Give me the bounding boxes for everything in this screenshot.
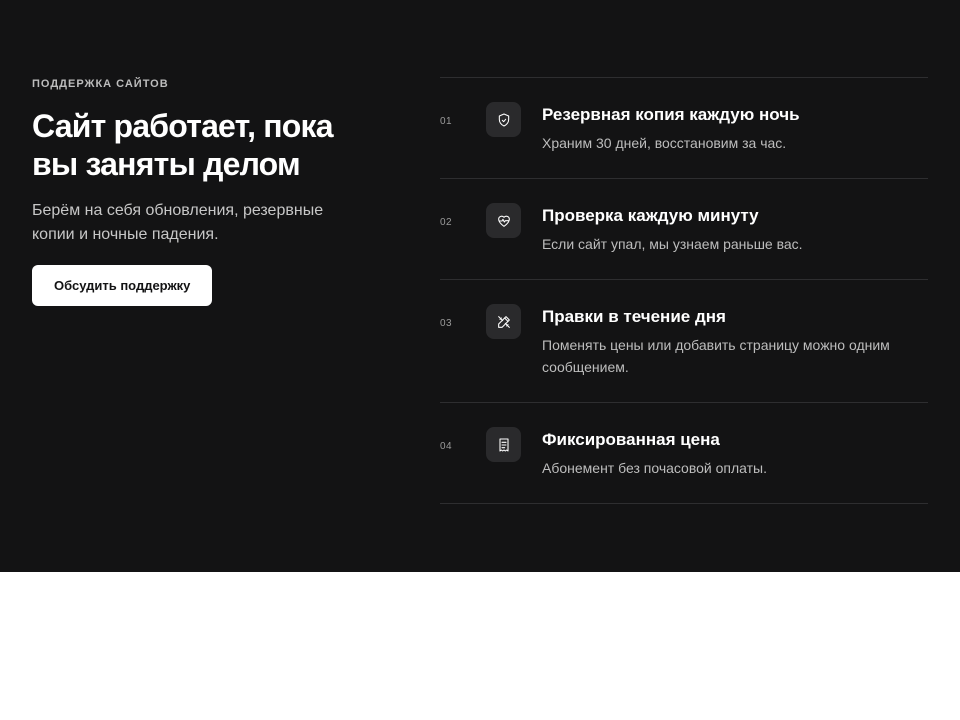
feature-description: Храним 30 дней, восстановим за час. (542, 135, 787, 151)
support-section: ПОДДЕРЖКА САЙТОВ Сайт работает, пока вы … (0, 0, 960, 572)
feature-title: Фиксированная цена (542, 430, 720, 449)
pencil-ruler-icon (486, 304, 521, 339)
feature-description: Поменять цены или добавить страницу можн… (542, 337, 890, 375)
feature-item-backup: 01 Резервная копия каждую ночь Храним 30… (440, 78, 928, 179)
feature-title: Резервная копия каждую ночь (542, 105, 800, 124)
heart-pulse-icon (486, 203, 521, 238)
shield-icon (486, 102, 521, 137)
feature-description: Если сайт упал, мы узнаем раньше вас. (542, 236, 803, 252)
feature-number: 01 (440, 116, 453, 127)
feature-title: Правки в течение дня (542, 307, 726, 326)
feature-item-price: 04 Фиксированная цена Абонемент без поча… (440, 403, 928, 504)
feature-number: 03 (440, 318, 453, 329)
lead-line-2: копии и ночные падения. (32, 226, 219, 243)
receipt-icon (486, 427, 521, 462)
hero-lead: Берём на себя обновления, резервные копи… (32, 199, 382, 247)
feature-number: 04 (440, 441, 453, 452)
feature-number: 02 (440, 217, 453, 228)
feature-item-edits: 03 Правки в течение дня Поменять цены ил… (440, 280, 928, 403)
title-line-1: Сайт работает, пока (32, 108, 334, 144)
hero-block: ПОДДЕРЖКА САЙТОВ Сайт работает, пока вы … (32, 78, 382, 306)
feature-title: Проверка каждую минуту (542, 206, 759, 225)
feature-description: Абонемент без почасовой оплаты. (542, 460, 767, 476)
feature-item-monitoring: 02 Проверка каждую минуту Если сайт упал… (440, 179, 928, 280)
title-line-2: вы заняты делом (32, 146, 301, 182)
section-eyebrow: ПОДДЕРЖКА САЙТОВ (32, 78, 169, 90)
feature-list: 01 Резервная копия каждую ночь Храним 30… (440, 77, 928, 504)
discuss-support-button[interactable]: Обсудить поддержку (32, 265, 213, 306)
lead-line-1: Берём на себя обновления, резервные (32, 202, 324, 219)
page-title: Сайт работает, пока вы заняты делом (32, 107, 382, 183)
